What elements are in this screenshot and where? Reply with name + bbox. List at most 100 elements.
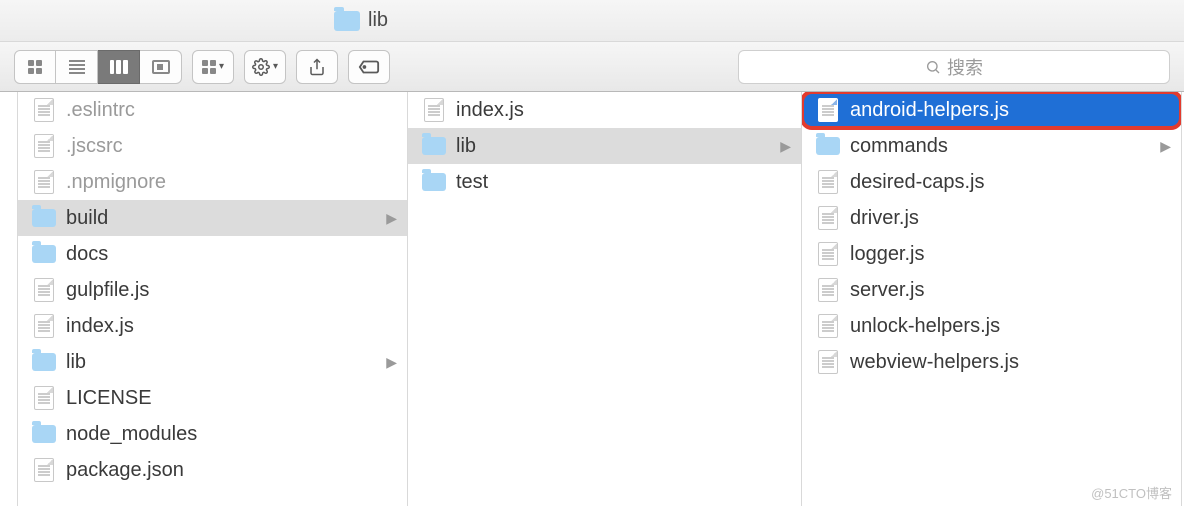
item-label: gulpfile.js bbox=[66, 279, 397, 302]
chevron-down-icon: ▾ bbox=[273, 61, 278, 72]
chevron-right-icon: ▶ bbox=[386, 354, 397, 371]
item-label: unlock-helpers.js bbox=[850, 315, 1171, 338]
list-item[interactable]: docs bbox=[18, 236, 407, 272]
search-icon bbox=[925, 59, 941, 75]
file-icon bbox=[814, 170, 842, 194]
list-item[interactable]: lib▶ bbox=[18, 344, 407, 380]
file-icon bbox=[30, 314, 58, 338]
file-icon bbox=[814, 278, 842, 302]
file-icon bbox=[420, 98, 448, 122]
window-title: lib bbox=[368, 9, 388, 32]
file-icon bbox=[814, 98, 842, 122]
folder-icon bbox=[814, 137, 842, 155]
list-item[interactable]: test bbox=[408, 164, 801, 200]
columns-icon bbox=[110, 60, 128, 74]
tag-icon bbox=[358, 59, 380, 75]
tags-button[interactable] bbox=[348, 50, 390, 84]
watermark: @51CTO博客 bbox=[1091, 483, 1172, 502]
view-columns-button[interactable] bbox=[98, 50, 140, 84]
item-label: node_modules bbox=[66, 423, 397, 446]
file-icon bbox=[30, 170, 58, 194]
file-icon bbox=[814, 242, 842, 266]
folder-icon bbox=[30, 209, 58, 227]
folder-icon bbox=[334, 11, 360, 31]
share-icon bbox=[308, 58, 326, 76]
window-titlebar: lib bbox=[0, 0, 1184, 42]
list-item[interactable]: index.js bbox=[18, 308, 407, 344]
search-placeholder: 搜索 bbox=[947, 54, 983, 80]
item-label: webview-helpers.js bbox=[850, 351, 1171, 374]
list-item[interactable]: driver.js bbox=[802, 200, 1181, 236]
item-label: .jscsrc bbox=[66, 135, 397, 158]
search-input[interactable]: 搜索 bbox=[738, 50, 1170, 84]
toolbar: ▾ ▾ 搜索 bbox=[0, 42, 1184, 92]
list-item[interactable]: lib▶ bbox=[408, 128, 801, 164]
column-1[interactable]: .eslintrc .jscsrc .npmignore build▶ docs gulp… bbox=[18, 92, 408, 506]
folder-icon bbox=[30, 425, 58, 443]
list-item[interactable]: LICENSE bbox=[18, 380, 407, 416]
item-label: test bbox=[456, 171, 791, 194]
list-icon bbox=[69, 60, 85, 74]
column-gutter bbox=[0, 92, 18, 506]
item-label: index.js bbox=[456, 99, 791, 122]
item-label: package.json bbox=[66, 459, 397, 482]
list-item[interactable]: android-helpers.js bbox=[802, 92, 1181, 128]
list-item[interactable]: commands▶ bbox=[802, 128, 1181, 164]
file-icon bbox=[814, 314, 842, 338]
list-item[interactable]: package.json bbox=[18, 452, 407, 488]
item-label: commands bbox=[850, 135, 1160, 158]
grid-icon bbox=[202, 60, 216, 74]
view-list-button[interactable] bbox=[56, 50, 98, 84]
item-label: server.js bbox=[850, 279, 1171, 302]
item-label: lib bbox=[456, 135, 780, 158]
file-icon bbox=[30, 458, 58, 482]
file-icon bbox=[30, 134, 58, 158]
list-item[interactable]: webview-helpers.js bbox=[802, 344, 1181, 380]
gear-icon bbox=[252, 58, 270, 76]
file-icon bbox=[30, 98, 58, 122]
item-label: .eslintrc bbox=[66, 99, 397, 122]
item-label: LICENSE bbox=[66, 387, 397, 410]
grid-icon bbox=[28, 60, 42, 74]
view-mode-group bbox=[14, 50, 182, 84]
folder-icon bbox=[30, 353, 58, 371]
list-item[interactable]: unlock-helpers.js bbox=[802, 308, 1181, 344]
folder-icon bbox=[420, 173, 448, 191]
item-label: docs bbox=[66, 243, 397, 266]
list-item[interactable]: desired-caps.js bbox=[802, 164, 1181, 200]
item-label: .npmignore bbox=[66, 171, 397, 194]
column-3[interactable]: android-helpers.js commands▶ desired-caps.… bbox=[802, 92, 1182, 506]
list-item[interactable]: index.js bbox=[408, 92, 801, 128]
item-label: logger.js bbox=[850, 243, 1171, 266]
file-icon bbox=[30, 278, 58, 302]
chevron-right-icon: ▶ bbox=[1160, 138, 1171, 155]
list-item[interactable]: node_modules bbox=[18, 416, 407, 452]
list-item[interactable]: .jscsrc bbox=[18, 128, 407, 164]
list-item[interactable]: build▶ bbox=[18, 200, 407, 236]
view-icons-button[interactable] bbox=[14, 50, 56, 84]
list-item[interactable]: server.js bbox=[802, 272, 1181, 308]
arrange-button[interactable]: ▾ bbox=[192, 50, 234, 84]
folder-icon bbox=[30, 245, 58, 263]
list-item[interactable]: .eslintrc bbox=[18, 92, 407, 128]
chevron-right-icon: ▶ bbox=[386, 210, 397, 227]
view-coverflow-button[interactable] bbox=[140, 50, 182, 84]
action-button[interactable]: ▾ bbox=[244, 50, 286, 84]
list-item[interactable]: gulpfile.js bbox=[18, 272, 407, 308]
folder-icon bbox=[420, 137, 448, 155]
file-icon bbox=[814, 350, 842, 374]
item-label: index.js bbox=[66, 315, 397, 338]
coverflow-icon bbox=[152, 60, 170, 74]
file-icon bbox=[30, 386, 58, 410]
item-label: desired-caps.js bbox=[850, 171, 1171, 194]
item-label: android-helpers.js bbox=[850, 99, 1171, 122]
list-item[interactable]: .npmignore bbox=[18, 164, 407, 200]
list-item[interactable]: logger.js bbox=[802, 236, 1181, 272]
item-label: driver.js bbox=[850, 207, 1171, 230]
column-browser: .eslintrc .jscsrc .npmignore build▶ docs gulp… bbox=[0, 92, 1184, 506]
item-label: lib bbox=[66, 351, 386, 374]
chevron-down-icon: ▾ bbox=[219, 61, 224, 72]
file-icon bbox=[814, 206, 842, 230]
column-2[interactable]: index.js lib▶ test bbox=[408, 92, 802, 506]
share-button[interactable] bbox=[296, 50, 338, 84]
